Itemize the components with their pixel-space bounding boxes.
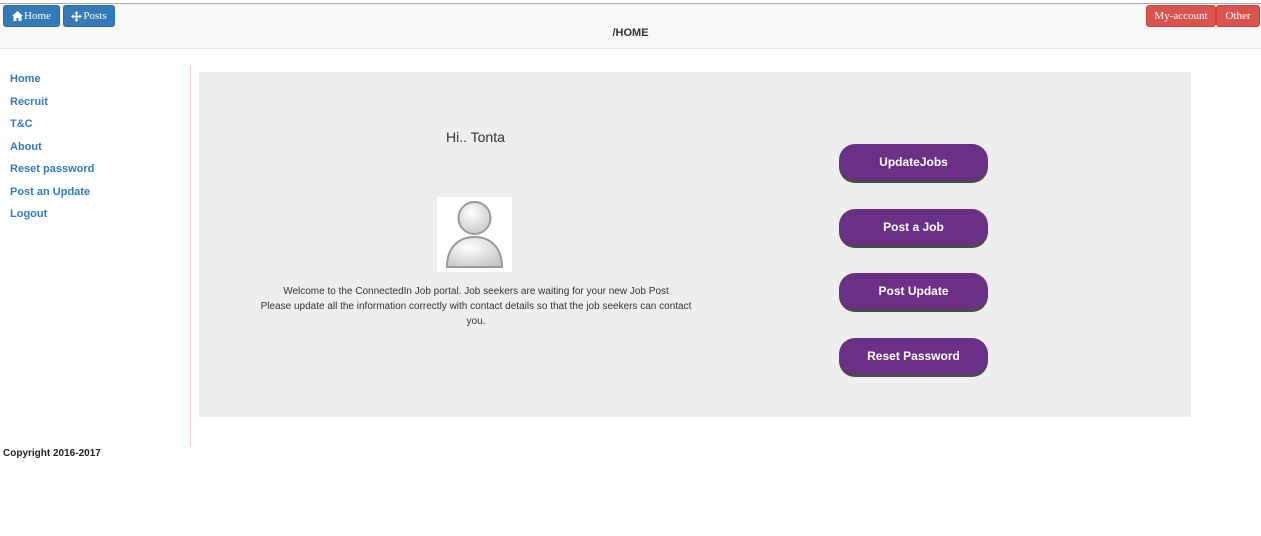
user-silhouette-icon bbox=[445, 201, 504, 268]
update-jobs-button[interactable]: UpdateJobs bbox=[839, 144, 988, 180]
top-navbar: Home Posts My-account Other /HOME bbox=[0, 3, 1261, 49]
sidebar-item-reset-password[interactable]: Reset password bbox=[10, 162, 94, 185]
sidebar-divider bbox=[190, 65, 191, 447]
sidebar-item-recruit[interactable]: Recruit bbox=[10, 95, 94, 118]
home-nav-label: Home bbox=[24, 10, 51, 22]
avatar bbox=[437, 197, 512, 272]
move-icon bbox=[71, 10, 83, 22]
sidebar-item-logout[interactable]: Logout bbox=[10, 207, 94, 230]
welcome-line-1: Welcome to the ConnectedIn Job portal. J… bbox=[283, 286, 669, 297]
sidebar-item-home[interactable]: Home bbox=[10, 72, 94, 95]
page-path: /HOME bbox=[612, 27, 649, 39]
posts-nav-label: Posts bbox=[83, 10, 107, 22]
my-account-button[interactable]: My-account bbox=[1146, 5, 1216, 27]
sidebar-item-terms[interactable]: T&C bbox=[10, 117, 94, 140]
welcome-message: Welcome to the ConnectedIn Job portal. J… bbox=[256, 284, 696, 329]
main-panel bbox=[199, 72, 1191, 417]
other-button[interactable]: Other bbox=[1216, 5, 1260, 27]
sidebar-item-about[interactable]: About bbox=[10, 140, 94, 163]
greeting-text: Hi.. Tonta bbox=[446, 129, 505, 145]
welcome-line-2: Please update all the information correc… bbox=[260, 301, 692, 327]
reset-password-button[interactable]: Reset Password bbox=[839, 338, 988, 374]
post-job-button[interactable]: Post a Job bbox=[839, 209, 988, 245]
home-icon bbox=[12, 11, 24, 21]
posts-nav-button[interactable]: Posts bbox=[63, 5, 115, 27]
my-account-label: My-account bbox=[1154, 10, 1208, 22]
post-update-button[interactable]: Post Update bbox=[839, 273, 988, 309]
home-nav-button[interactable]: Home bbox=[3, 5, 60, 27]
sidebar-item-post-update[interactable]: Post an Update bbox=[10, 185, 94, 208]
sidebar: Home Recruit T&C About Reset password Po… bbox=[10, 72, 94, 230]
other-label: Other bbox=[1225, 10, 1251, 22]
copyright-footer: Copyright 2016-2017 bbox=[3, 448, 101, 459]
